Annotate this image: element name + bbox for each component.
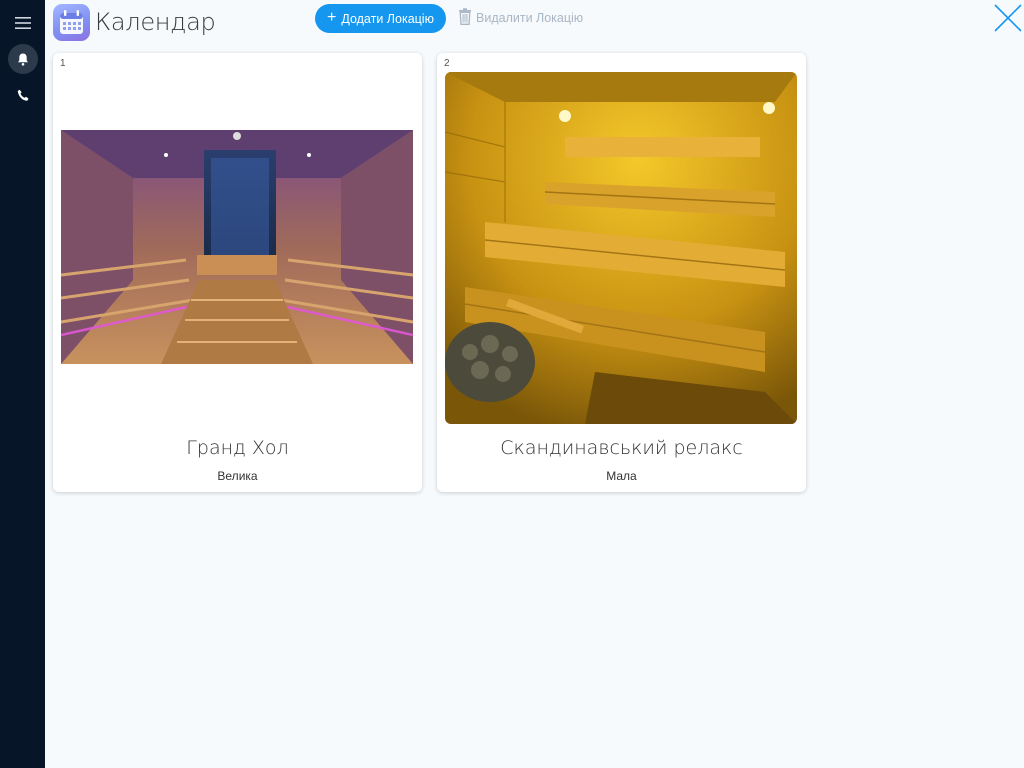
calendar-icon [53, 4, 90, 41]
sidebar [0, 0, 45, 768]
location-name: Скандинавський релакс [500, 437, 743, 459]
menu-icon[interactable] [8, 8, 38, 38]
location-size: Мала [606, 469, 637, 483]
delete-location-label: Видалити Локацію [476, 11, 584, 25]
delete-location-button[interactable]: Видалити Локацію [458, 8, 583, 28]
header: Календар + Додати Локацію Видалити Локац… [45, 0, 1024, 44]
add-location-label: Додати Локацію [341, 11, 434, 26]
add-location-button[interactable]: + Додати Локацію [315, 4, 446, 33]
location-photo [61, 130, 413, 364]
location-size: Велика [217, 469, 258, 483]
location-number: 1 [60, 58, 66, 69]
plus-icon: + [327, 9, 337, 26]
close-icon[interactable] [994, 4, 1022, 32]
trash-icon [458, 8, 472, 28]
location-photo [445, 72, 797, 424]
location-card[interactable]: 1 Гранд Хол Велика [53, 53, 422, 492]
bell-icon[interactable] [8, 44, 38, 74]
location-name: Гранд Хол [186, 437, 289, 459]
page-title: Календар [95, 8, 216, 36]
location-number: 2 [444, 58, 450, 69]
phone-icon[interactable] [8, 80, 38, 110]
location-card[interactable]: 2 Скандинавський релакс Мала [437, 53, 806, 492]
